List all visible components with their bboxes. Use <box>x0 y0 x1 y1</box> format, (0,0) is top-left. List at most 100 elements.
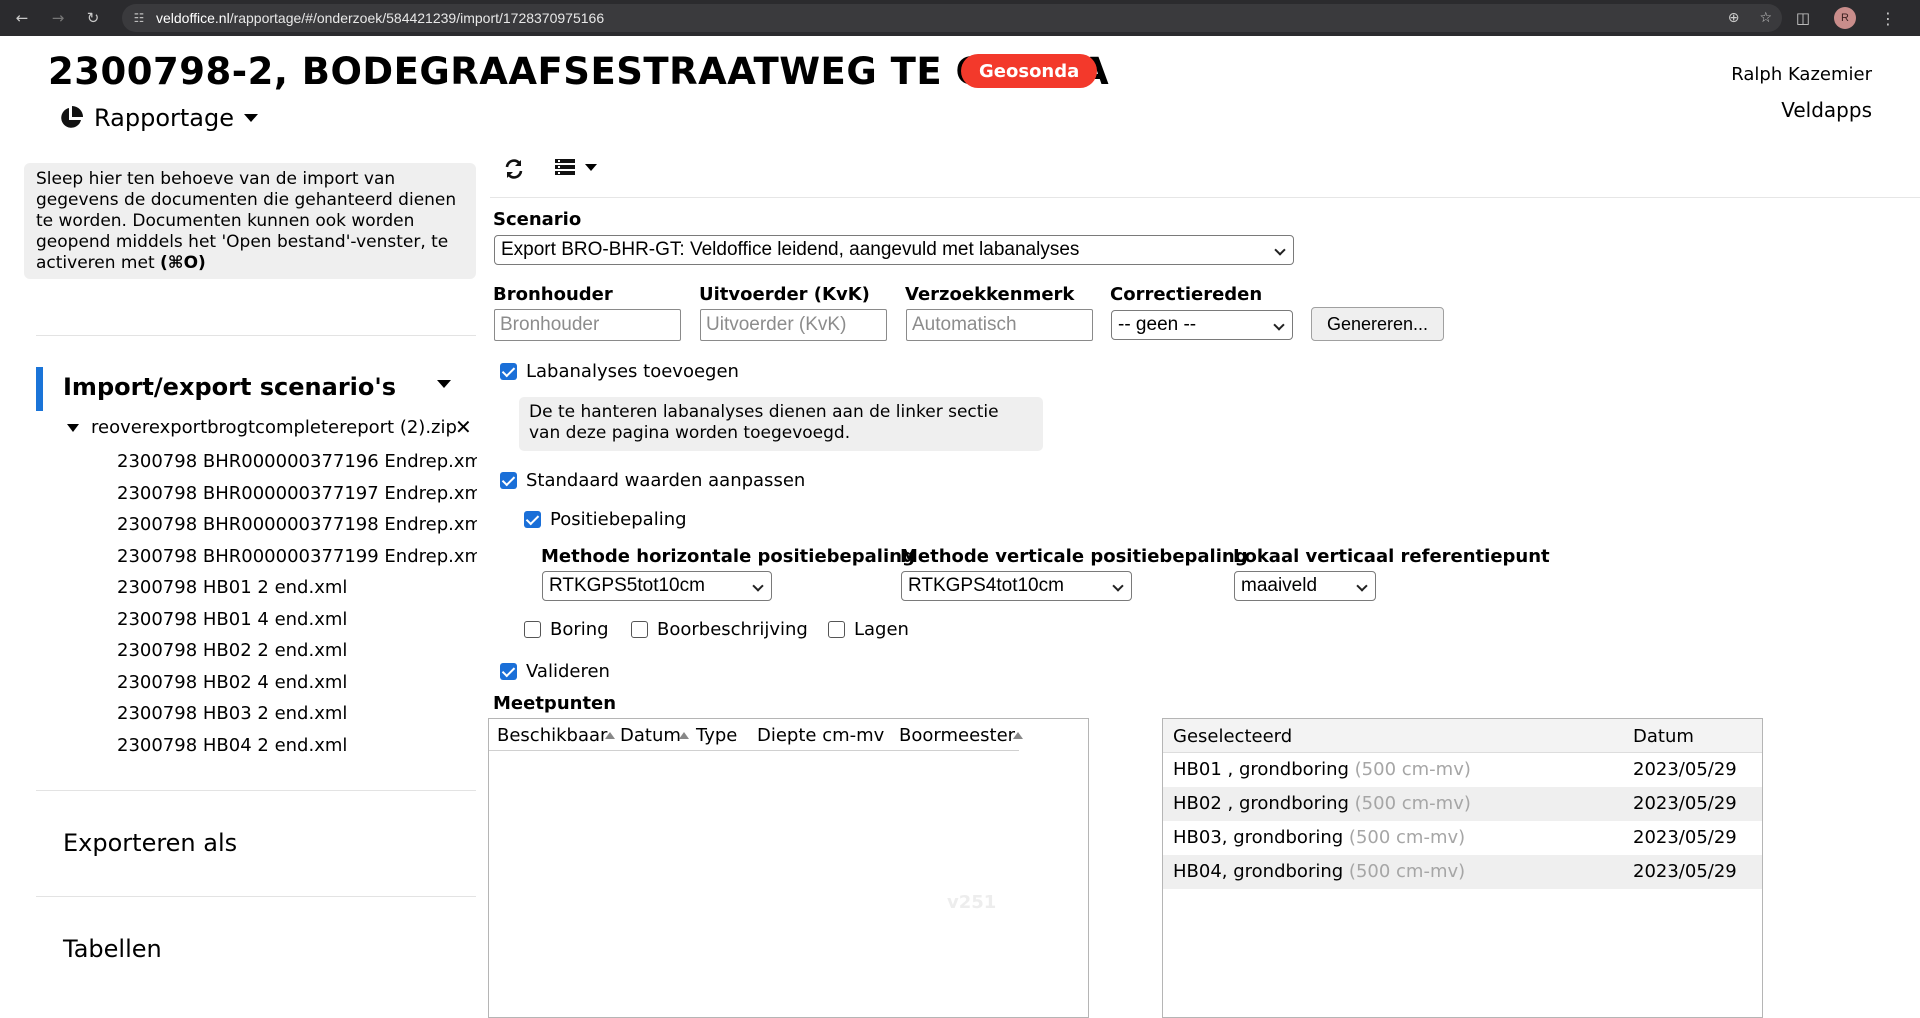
zip-file-name: reoverexportbrogtcompletereport (2).zip <box>91 417 457 438</box>
chevron-down-icon <box>244 114 258 122</box>
section-import-export[interactable]: Import/export scenario's <box>63 373 396 401</box>
reload-icon[interactable]: ↻ <box>79 4 107 32</box>
correctiereden-select[interactable]: -- geen -- <box>1111 310 1293 340</box>
valideren-checkbox[interactable] <box>500 663 517 680</box>
section-tables[interactable]: Tabellen <box>63 935 162 963</box>
file-item[interactable]: 2300798 HB03 2 end.xml <box>117 698 477 730</box>
row-name: HB02 , grondboring <box>1173 793 1349 814</box>
table-row[interactable]: HB01 , grondboring (500 cm-mv) 2023/05/2… <box>1163 753 1762 787</box>
refresh-icon[interactable] <box>503 158 525 180</box>
methode-horizontaal-label: Methode horizontale positiebepaling <box>541 546 915 567</box>
file-item[interactable]: 2300798 BHR000000377197 Endrep.xml <box>117 478 477 510</box>
table-row[interactable]: HB02 , grondboring (500 cm-mv) 2023/05/2… <box>1163 787 1762 821</box>
methode-verticaal-label: Methode verticale positiebepaling <box>900 546 1248 567</box>
meetpunten-table[interactable]: Beschikbaar Datum Type Diepte cm-mv Boor… <box>488 718 1089 1018</box>
zip-file-row[interactable]: reoverexportbrogtcompletereport (2).zip <box>67 417 457 438</box>
zoom-icon[interactable]: ⊕ <box>1728 10 1740 26</box>
column-boormeester[interactable]: Boormeester <box>899 725 1024 746</box>
verzoekkenmerk-input[interactable]: Automatisch <box>906 309 1093 341</box>
file-item[interactable]: 2300798 HB02 4 end.xml <box>117 667 477 699</box>
column-geselecteerd[interactable]: Geselecteerd <box>1173 726 1292 747</box>
sort-icon <box>1013 732 1024 739</box>
divider <box>36 790 476 791</box>
file-item[interactable]: 2300798 BHR000000377199 Endrep.xml <box>117 541 477 573</box>
chevron-down-icon <box>1274 244 1286 256</box>
boring-label: Boring <box>550 619 609 640</box>
selected-table[interactable]: Geselecteerd Datum HB01 , grondboring (5… <box>1162 718 1763 1018</box>
row-date: 2023/05/29 <box>1633 861 1737 882</box>
bookmark-star-icon[interactable]: ☆ <box>1759 10 1772 26</box>
lokaal-referentiepunt-select[interactable]: maaiveld <box>1234 571 1376 601</box>
verzoekkenmerk-placeholder: Automatisch <box>912 314 1017 335</box>
boorbeschrijving-checkbox-row[interactable]: Boorbeschrijving <box>631 619 808 640</box>
page-title: 2300798-2, BODEGRAAFSESTRAATWEG TE GOUDA <box>48 50 1110 93</box>
generate-button[interactable]: Genereren... <box>1311 307 1444 341</box>
file-list: 2300798 BHR000000377196 Endrep.xml 23007… <box>117 446 477 761</box>
extensions-icon[interactable]: ◫ <box>1796 9 1810 27</box>
positie-checkbox[interactable] <box>524 511 541 528</box>
row-date: 2023/05/29 <box>1633 759 1737 780</box>
forward-icon[interactable]: → <box>44 4 72 32</box>
remove-file-icon[interactable]: ✕ <box>455 415 472 439</box>
address-bar[interactable]: ☷ veldoffice.nl/rapportage/#/onderzoek/5… <box>122 4 1782 32</box>
chevron-down-icon <box>1356 580 1368 592</box>
column-beschikbaar[interactable]: Beschikbaar <box>497 725 616 746</box>
boorbeschrijving-checkbox[interactable] <box>631 621 648 638</box>
standaard-checkbox-row[interactable]: Standaard waarden aanpassen <box>500 470 805 491</box>
column-datum[interactable]: Datum <box>620 725 689 746</box>
collapse-icon[interactable] <box>437 380 451 388</box>
valideren-checkbox-row[interactable]: Valideren <box>500 661 610 682</box>
user-name[interactable]: Ralph Kazemier <box>1731 64 1872 85</box>
positie-checkbox-row[interactable]: Positiebepaling <box>524 509 687 530</box>
chevron-down-icon <box>1112 580 1124 592</box>
file-item[interactable]: 2300798 BHR000000377196 Endrep.xml <box>117 446 477 478</box>
boring-checkbox-row[interactable]: Boring <box>524 619 609 640</box>
site-settings-icon[interactable]: ☷ <box>122 11 156 25</box>
lagen-checkbox[interactable] <box>828 621 845 638</box>
labanalyses-checkbox[interactable] <box>500 363 517 380</box>
module-dropdown[interactable]: Rapportage <box>58 104 258 132</box>
browser-menu-icon[interactable]: ⋮ <box>1880 9 1896 28</box>
labanalyses-note: De te hanteren labanalyses dienen aan de… <box>519 397 1043 451</box>
table-row[interactable]: HB04, grondboring (500 cm-mv) 2023/05/29 <box>1163 855 1762 889</box>
column-type[interactable]: Type <box>696 725 737 746</box>
meetpunten-title: Meetpunten <box>493 693 617 714</box>
bronhouder-placeholder: Bronhouder <box>500 314 600 335</box>
labanalyses-checkbox-row[interactable]: Labanalyses toevoegen <box>500 361 739 382</box>
url-text: veldoffice.nl/rapportage/#/onderzoek/584… <box>156 10 605 26</box>
column-label: Beschikbaar <box>497 725 608 746</box>
drop-zone-hint[interactable]: Sleep hier ten behoeve van de import van… <box>24 163 476 279</box>
labanalyses-label: Labanalyses toevoegen <box>526 361 739 382</box>
drop-hint-text: Sleep hier ten behoeve van de import van… <box>36 169 457 273</box>
file-item[interactable]: 2300798 HB02 2 end.xml <box>117 635 477 667</box>
app-name[interactable]: Veldapps <box>1781 98 1872 122</box>
file-item[interactable]: 2300798 HB01 4 end.xml <box>117 604 477 636</box>
drop-hint-shortcut: (⌘O) <box>160 253 206 273</box>
methode-verticaal-select[interactable]: RTKGPS4tot10cm <box>901 571 1132 601</box>
table-row[interactable]: HB03, grondboring (500 cm-mv) 2023/05/29 <box>1163 821 1762 855</box>
file-item[interactable]: 2300798 HB01 2 end.xml <box>117 572 477 604</box>
view-options-dropdown[interactable] <box>555 158 597 176</box>
correctiereden-label: Correctiereden <box>1110 284 1263 305</box>
methode-horizontaal-select[interactable]: RTKGPS5tot10cm <box>542 571 772 601</box>
list-icon <box>555 159 575 175</box>
column-datum[interactable]: Datum <box>1633 726 1694 747</box>
divider <box>36 896 476 897</box>
back-icon[interactable]: ← <box>8 4 36 32</box>
profile-avatar[interactable]: R <box>1834 7 1856 29</box>
file-item[interactable]: 2300798 HB04 2 end.xml <box>117 730 477 762</box>
uitvoerder-input[interactable]: Uitvoerder (KvK) <box>700 309 887 341</box>
file-item[interactable]: 2300798 BHR000000377198 Endrep.xml <box>117 509 477 541</box>
column-diepte[interactable]: Diepte cm-mv <box>757 725 884 746</box>
expand-icon[interactable] <box>67 423 79 432</box>
standaard-checkbox[interactable] <box>500 472 517 489</box>
scenario-label: Scenario <box>493 209 582 230</box>
divider <box>36 335 476 336</box>
column-label: Datum <box>620 725 681 746</box>
lagen-checkbox-row[interactable]: Lagen <box>828 619 909 640</box>
section-export-as[interactable]: Exporteren als <box>63 829 237 857</box>
verzoekkenmerk-label: Verzoekkenmerk <box>905 284 1075 305</box>
bronhouder-input[interactable]: Bronhouder <box>494 309 681 341</box>
scenario-select[interactable]: Export BRO-BHR-GT: Veldoffice leidend, a… <box>494 235 1294 265</box>
boring-checkbox[interactable] <box>524 621 541 638</box>
